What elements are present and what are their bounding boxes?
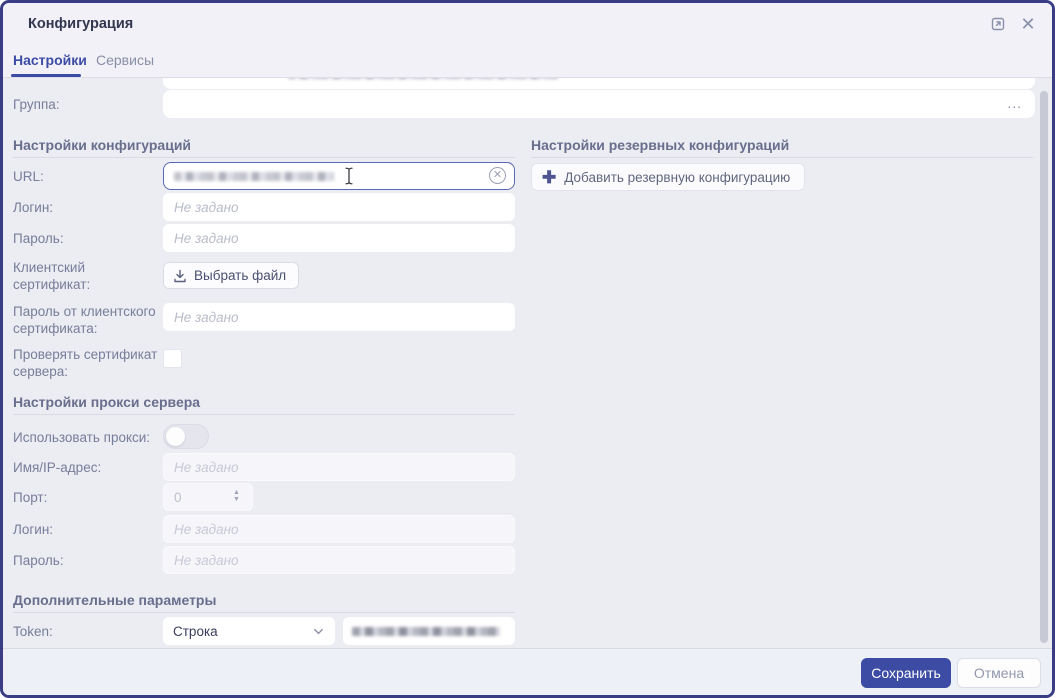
config-section-title: Настройки конфигураций (13, 137, 192, 153)
dialog-titlebar: Конфигурация ✕ (3, 3, 1052, 45)
extra-section-title: Дополнительные параметры (13, 592, 217, 608)
vertical-scrollbar[interactable] (1040, 91, 1048, 643)
login-input[interactable] (163, 193, 515, 221)
token-type-value: Строка (173, 623, 218, 639)
url-input[interactable]: ✕ (163, 162, 515, 190)
choose-file-button[interactable]: Выбрать файл (163, 262, 300, 289)
maximize-icon[interactable] (988, 14, 1008, 34)
verify-cert-label: Проверять сертификат сервера: (13, 347, 158, 379)
dialog-footer: Сохранить Отмена (3, 648, 1052, 695)
backup-section-title: Настройки резервных конфигураций (531, 137, 790, 153)
settings-scroll-area: Группа: ... Настройки конфигураций URL: … (3, 3, 1052, 648)
proxy-login-label: Логин: (13, 522, 54, 537)
chevron-down-icon (312, 625, 325, 638)
cancel-button[interactable]: Отмена (957, 658, 1041, 688)
proxy-port-label: Порт: (13, 490, 48, 505)
add-backup-config-label: Добавить резервную конфигурацию (564, 169, 791, 185)
active-tab-indicator (11, 74, 81, 77)
toggle-knob (166, 427, 185, 446)
password-label: Пароль: (13, 231, 64, 246)
proxy-host-input[interactable] (163, 453, 515, 481)
group-label: Группа: (13, 97, 60, 112)
choose-file-label: Выбрать файл (194, 268, 287, 283)
cert-password-label: Пароль от клиентского сертификата: (13, 304, 156, 336)
tab-services[interactable]: Сервисы (96, 52, 154, 68)
password-input[interactable] (163, 224, 515, 252)
client-cert-label: Клиентский сертификат: (13, 260, 91, 292)
stepper-down-icon: ▼ (233, 495, 240, 503)
divider (13, 157, 515, 158)
divider (13, 414, 515, 415)
port-stepper[interactable]: ▲ ▼ (233, 489, 240, 503)
proxy-password-input[interactable] (163, 546, 515, 574)
text-cursor (344, 167, 354, 185)
use-proxy-toggle[interactable] (163, 424, 209, 449)
redacted-text (174, 172, 334, 181)
group-more-button[interactable]: ... (1007, 95, 1022, 111)
add-backup-config-button[interactable]: ✚ Добавить резервную конфигурацию (531, 163, 806, 191)
use-proxy-label: Использовать прокси: (13, 430, 151, 445)
verify-cert-checkbox[interactable] (163, 349, 182, 368)
token-label: Token: (13, 624, 53, 639)
download-icon (173, 269, 187, 283)
proxy-section-title: Настройки прокси сервера (13, 394, 201, 410)
divider (531, 157, 1033, 158)
cert-password-input[interactable] (163, 303, 515, 331)
plus-icon: ✚ (542, 167, 557, 187)
tab-settings[interactable]: Настройки (13, 52, 87, 68)
save-button[interactable]: Сохранить (861, 658, 951, 688)
login-label: Логин: (13, 200, 54, 215)
redacted-text (352, 627, 500, 636)
token-value-input[interactable] (343, 617, 515, 645)
close-icon[interactable]: ✕ (1018, 14, 1038, 34)
configuration-dialog: Группа: ... Настройки конфигураций URL: … (0, 0, 1055, 698)
proxy-password-label: Пароль: (13, 553, 64, 568)
proxy-host-label: Имя/IP-адрес: (13, 460, 102, 475)
divider (13, 612, 515, 613)
group-input[interactable]: ... (163, 90, 1035, 118)
token-type-select[interactable]: Строка (163, 617, 335, 645)
tab-bar: Настройки Сервисы (3, 45, 1052, 78)
proxy-login-input[interactable] (163, 515, 515, 543)
dialog-title: Конфигурация (28, 16, 134, 32)
url-label: URL: (13, 169, 44, 184)
clear-icon[interactable]: ✕ (489, 167, 506, 184)
